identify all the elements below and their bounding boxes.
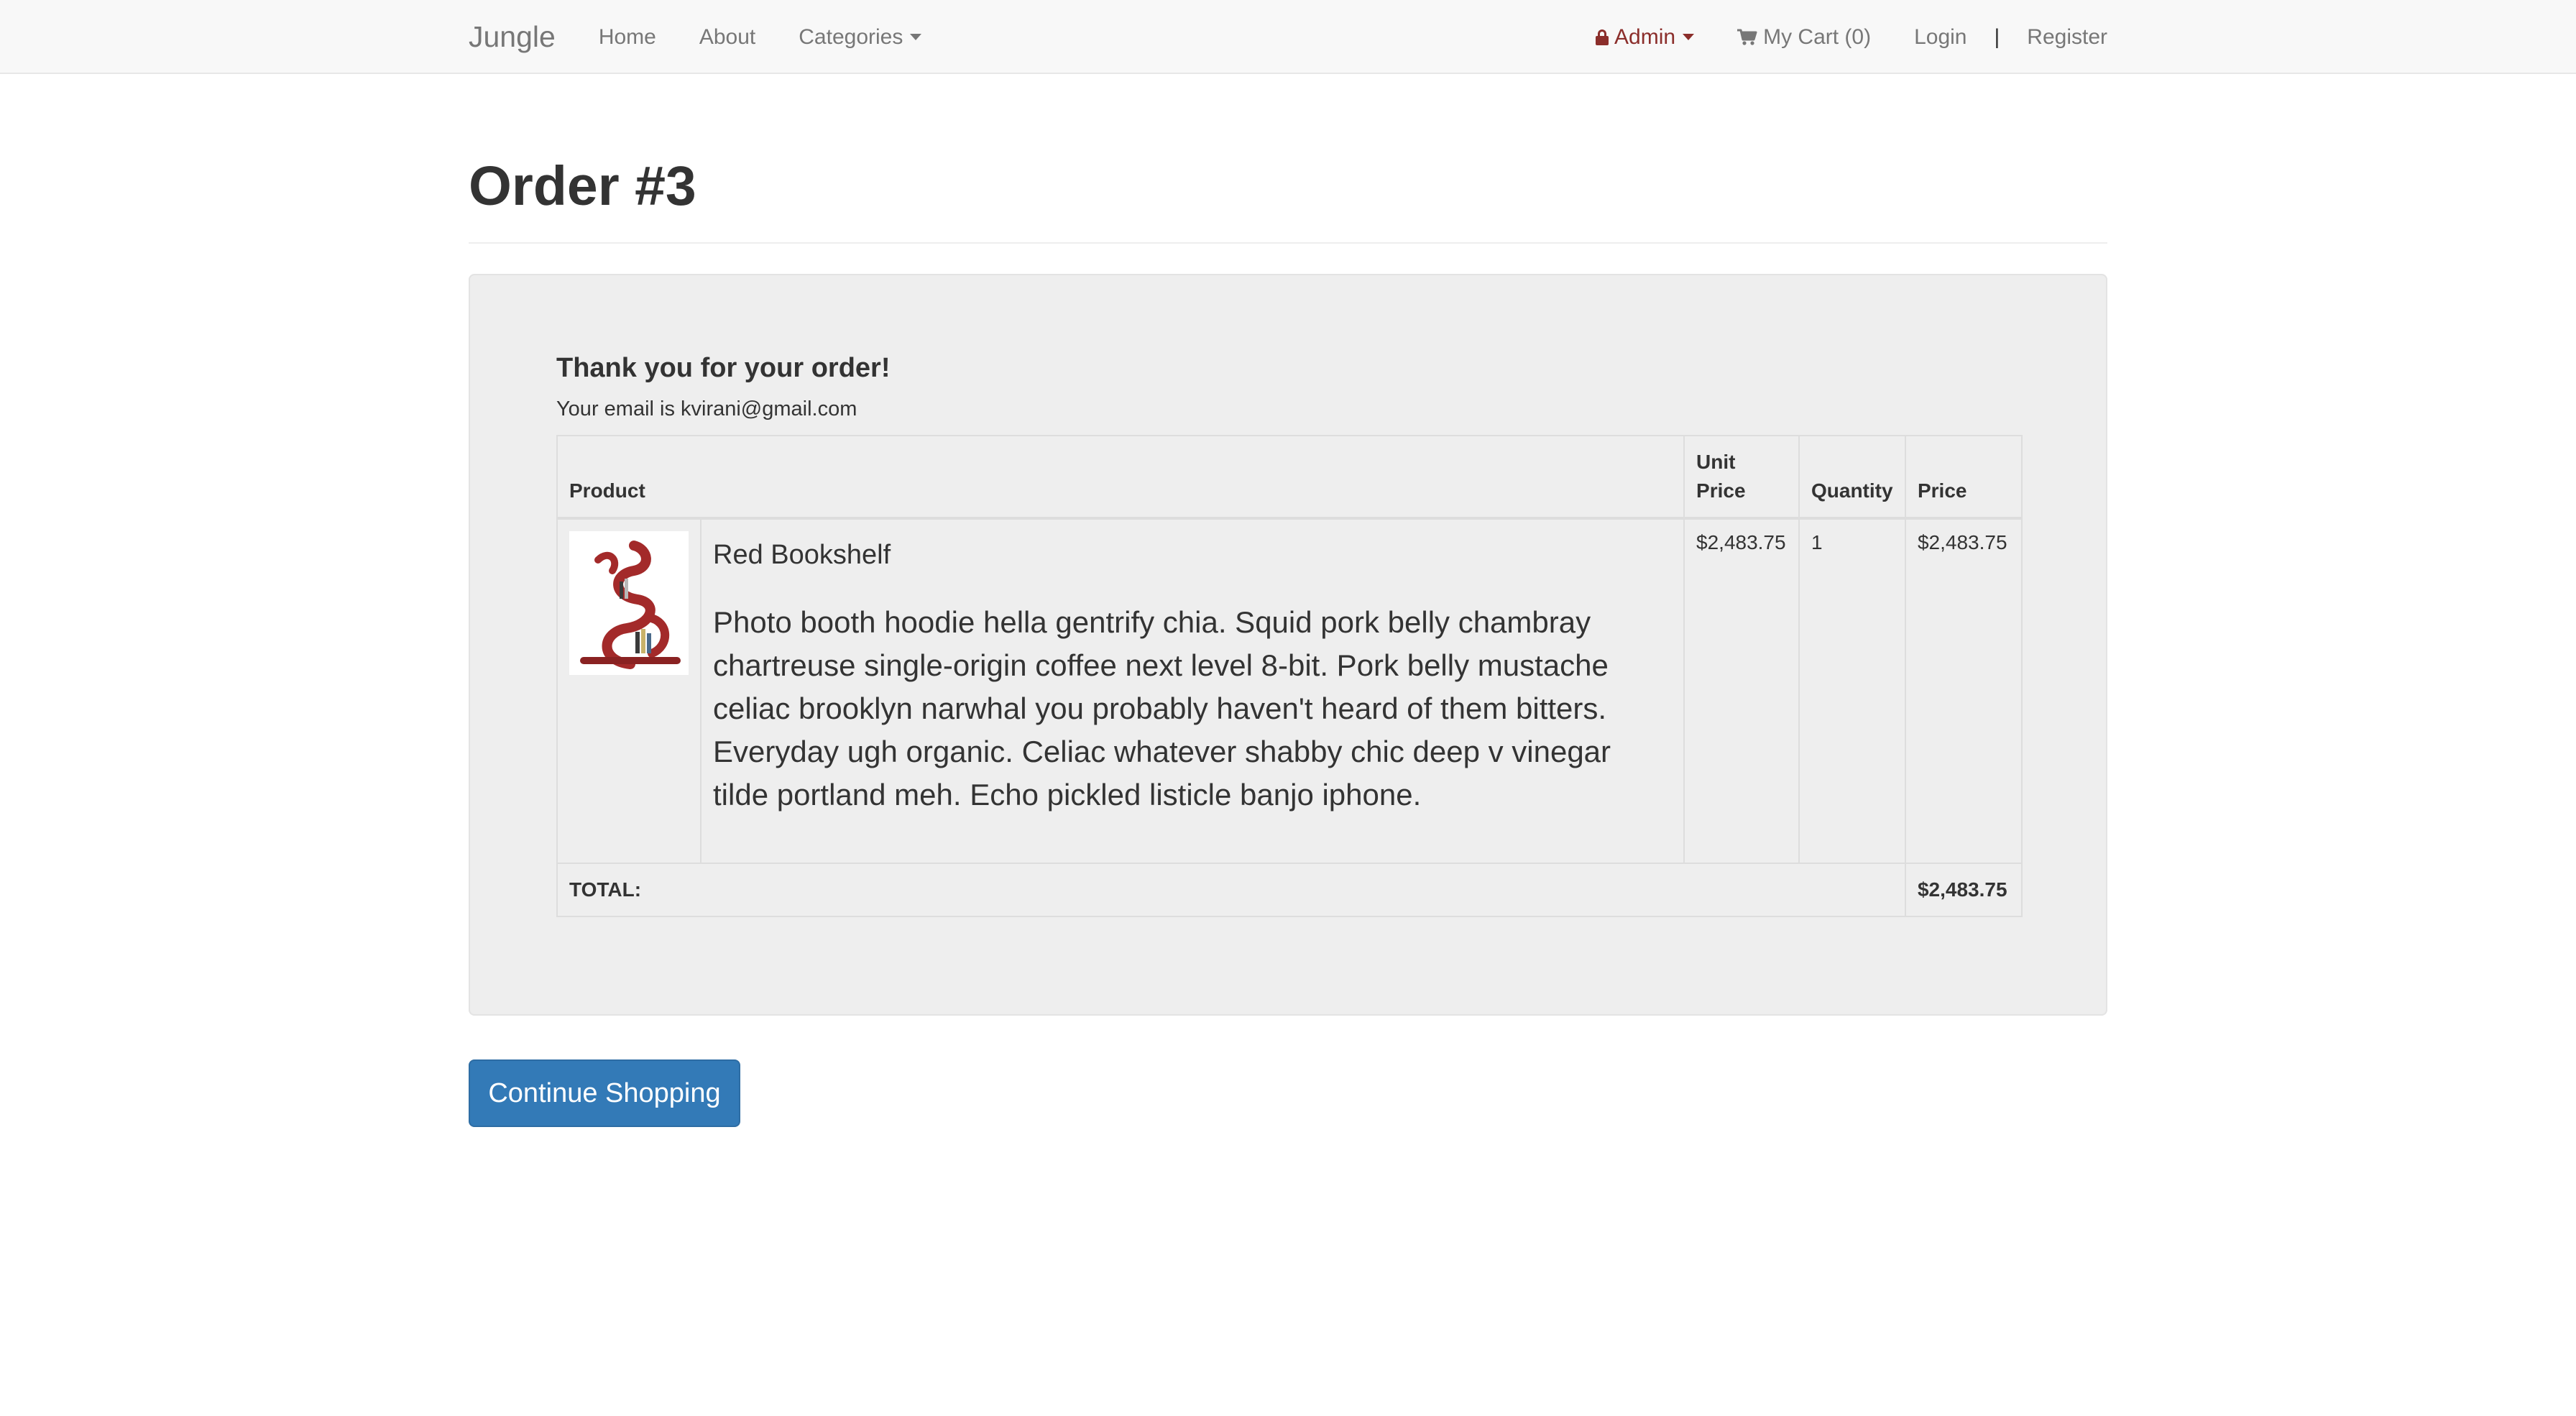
navbar-inner: Jungle Home About Categories Admin My Ca… — [469, 0, 2107, 74]
lock-icon — [1596, 29, 1609, 45]
page-title: Order #3 — [469, 155, 696, 217]
order-summary-panel: Thank you for your order! Your email is … — [469, 274, 2107, 1016]
header-price: Price — [1904, 435, 2023, 520]
product-details-cell: Red Bookshelf Photo booth hoodie hella g… — [699, 518, 1685, 864]
table-header-row: Product Unit Price Quantity Price — [556, 435, 2023, 520]
product-price: $2,483.75 — [1904, 518, 2023, 864]
navbar-right: Admin My Cart (0) Login | Register — [1596, 25, 2107, 50]
product-quantity: 1 — [1798, 518, 1906, 864]
navbar: Jungle Home About Categories Admin My Ca… — [0, 0, 2576, 74]
header-unit-price: Unit Price — [1683, 435, 1800, 520]
total-row: TOTAL: $2,483.75 — [556, 863, 2023, 917]
nav-categories-label: Categories — [799, 24, 903, 49]
nav-about[interactable]: About — [699, 25, 755, 50]
brand-link[interactable]: Jungle — [469, 20, 556, 54]
table-row: Red Bookshelf Photo booth hoodie hella g… — [556, 518, 2023, 864]
header-quantity: Quantity — [1798, 435, 1906, 520]
product-name: Red Bookshelf — [713, 540, 891, 570]
caret-down-icon — [910, 34, 922, 40]
cart-icon — [1737, 29, 1757, 45]
nav-admin-dropdown[interactable]: Admin — [1596, 24, 1695, 50]
thank-you-heading: Thank you for your order! — [556, 353, 891, 383]
nav-login[interactable]: Login — [1914, 25, 1966, 50]
title-divider — [469, 242, 2107, 244]
nav-admin-label: Admin — [1614, 24, 1676, 49]
nav-register[interactable]: Register — [2027, 25, 2107, 50]
product-description: Photo booth hoodie hella gentrify chia. … — [713, 605, 1611, 812]
nav-cart[interactable]: My Cart (0) — [1737, 25, 1871, 50]
nav-home[interactable]: Home — [599, 25, 656, 50]
nav-separator: | — [1994, 24, 2000, 49]
total-value: $2,483.75 — [1904, 863, 2023, 917]
nav-categories-dropdown[interactable]: Categories — [799, 24, 922, 50]
total-label: TOTAL: — [556, 863, 1906, 917]
product-image-cell — [556, 518, 702, 864]
product-image — [569, 531, 689, 675]
nav-cart-label: My Cart (0) — [1763, 24, 1872, 49]
order-table: Product Unit Price Quantity Price Red Bo… — [556, 435, 2023, 917]
caret-down-icon — [1683, 34, 1695, 40]
header-product: Product — [556, 435, 1685, 520]
continue-shopping-button[interactable]: Continue Shopping — [469, 1059, 740, 1127]
email-confirmation: Your email is kvirani@gmail.com — [556, 397, 857, 420]
product-unit-price: $2,483.75 — [1683, 518, 1800, 864]
